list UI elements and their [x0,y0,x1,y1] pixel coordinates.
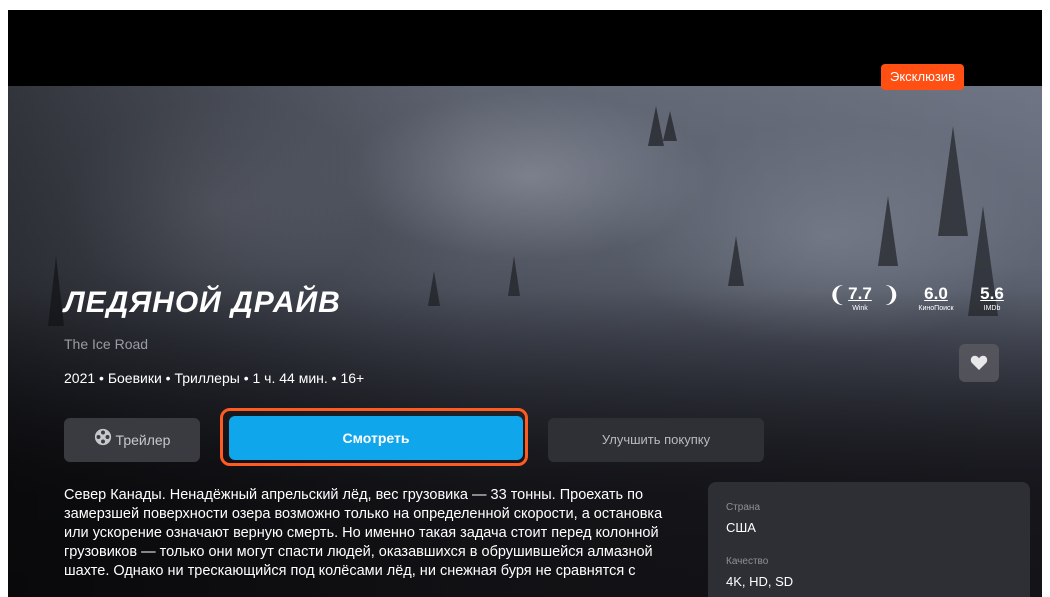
rating-imdb: 5.6 IMDb [974,284,1010,313]
rating-kinopoisk-value: 6.0 [924,284,948,303]
rating-kinopoisk-source: КиноПоиск [918,305,954,312]
quality-label: Качество [726,556,769,567]
upgrade-purchase-button[interactable]: Улучшить покупку [548,418,764,462]
heart-icon [970,355,988,370]
country-value: США [726,520,756,535]
trailer-label: Трейлер [115,432,171,448]
rating-wink-value: 7.7 [848,284,872,303]
film-reel-icon [94,419,112,463]
laurel-right-icon: ❩ [882,282,901,307]
watch-button[interactable]: Смотреть [229,416,523,460]
rating-kinopoisk: 6.0 КиноПоиск [908,284,964,313]
movie-description: Север Канады. Ненадёжный апрельский лёд,… [64,487,663,579]
trailer-button[interactable]: Трейлер [64,418,200,462]
ratings: ❨ 7.7 Wink ❩ 6.0 КиноПоиск 5.6 IMDb [822,280,1022,320]
original-title: The Ice Road [64,336,149,352]
tv-screen: Эксклюзив ЛЕДЯНОЙ ДРАЙВ The Ice Road 202… [8,10,1042,597]
rating-wink-source: Wink [852,305,868,312]
info-panel: Страна США Качество 4K, HD, SD [708,482,1030,597]
favorite-button[interactable] [959,344,999,382]
exclusive-badge: Эксклюзив [881,64,964,90]
movie-meta: 2021 • Боевики • Триллеры • 1 ч. 44 мин.… [64,370,365,386]
movie-title: ЛЕДЯНОЙ ДРАЙВ [64,286,341,319]
rating-wink: 7.7 Wink [840,284,880,313]
rating-imdb-value: 5.6 [980,284,1004,303]
country-label: Страна [726,502,761,513]
quality-value: 4K, HD, SD [726,574,794,589]
rating-imdb-source: IMDb [983,305,1001,312]
